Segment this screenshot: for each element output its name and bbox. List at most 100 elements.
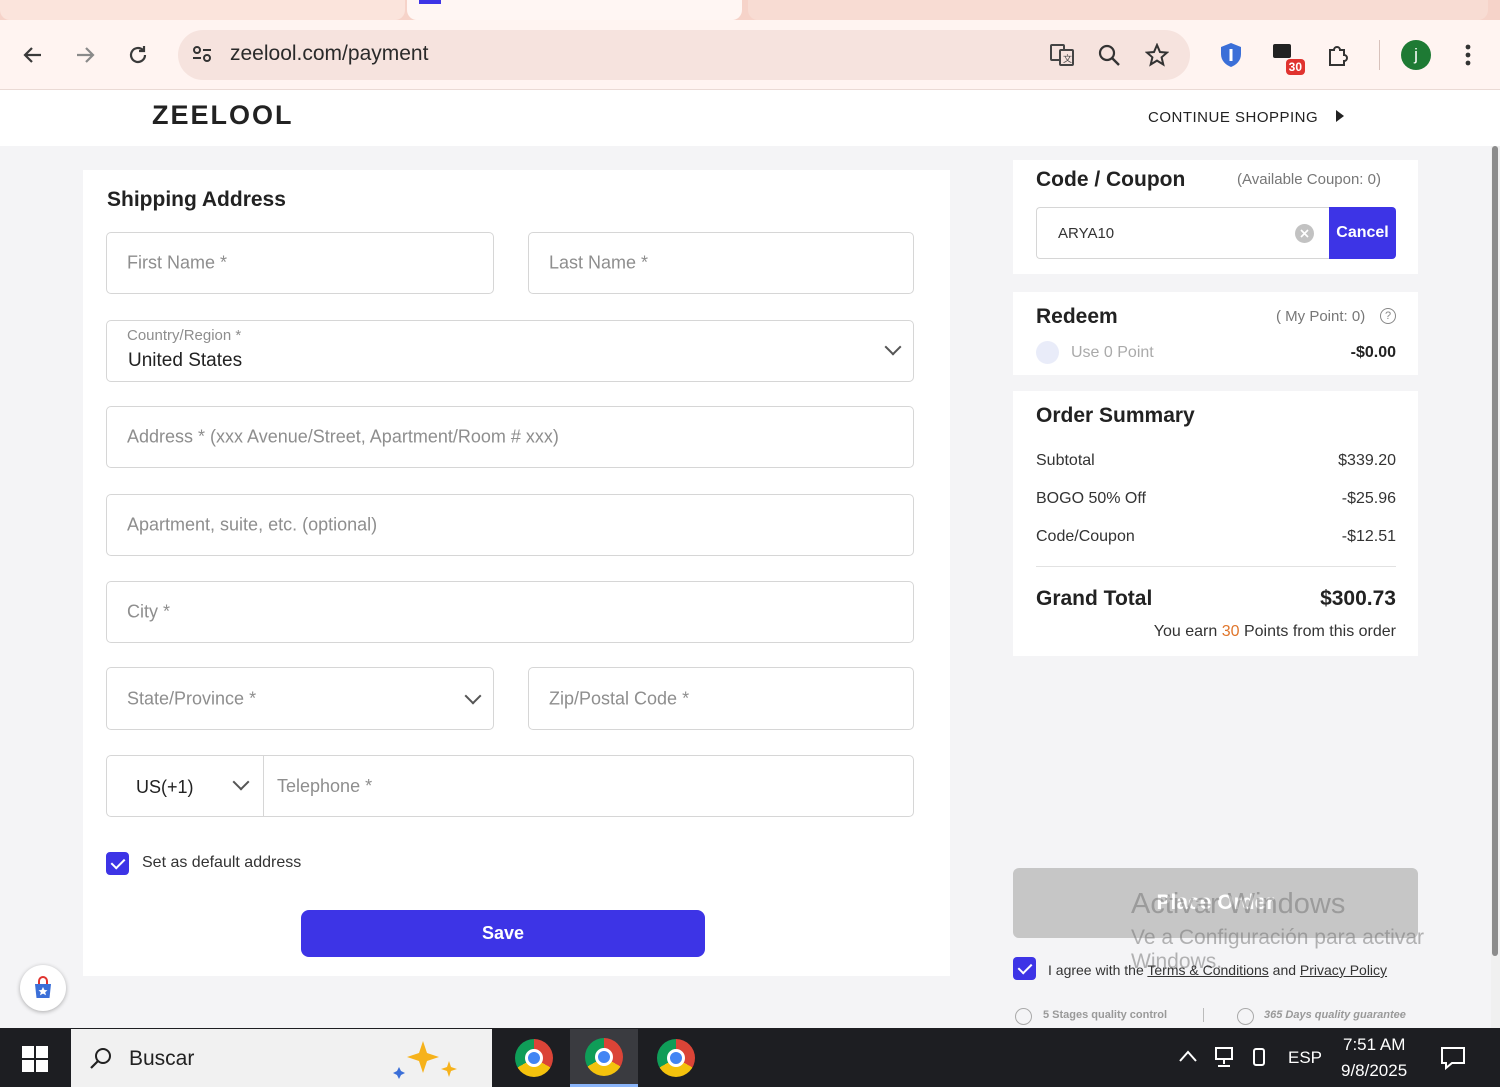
help-icon[interactable]: ? — [1380, 308, 1396, 324]
guarantee-icon — [1237, 1008, 1254, 1025]
earn-prefix: You earn — [1153, 623, 1218, 640]
telephone-input[interactable]: Telephone * — [264, 756, 913, 816]
apartment-field[interactable]: Apartment, suite, etc. (optional) — [106, 494, 914, 556]
order-summary-title: Order Summary — [1036, 404, 1195, 427]
summary-line-value: $339.20 — [1338, 452, 1396, 469]
summary-line-coupon: Code/Coupon -$12.51 — [1036, 528, 1396, 546]
reload-button[interactable] — [120, 37, 156, 73]
country-select[interactable]: Country/Region * United States — [106, 320, 914, 382]
save-button[interactable]: Save — [301, 910, 705, 957]
apartment-placeholder: Apartment, suite, etc. (optional) — [127, 514, 378, 535]
earn-suffix: Points from this order — [1243, 623, 1396, 640]
agree-terms-checkbox[interactable] — [1013, 957, 1036, 980]
profile-avatar[interactable]: j — [1401, 40, 1431, 70]
windows-logo-icon — [22, 1046, 48, 1072]
site-logo[interactable]: ZEELOOL — [152, 100, 294, 131]
address-field[interactable]: Address * (xxx Avenue/Street, Apartment/… — [106, 406, 914, 468]
page-scrollbar-thumb[interactable] — [1492, 146, 1498, 956]
browser-menu-icon[interactable] — [1450, 37, 1486, 73]
state-select[interactable]: State/Province * — [106, 667, 494, 730]
address-placeholder: Address * (xxx Avenue/Street, Apartment/… — [127, 426, 559, 447]
notification-icon[interactable] — [1440, 1046, 1466, 1070]
cancel-coupon-button[interactable]: Cancel — [1329, 207, 1396, 259]
back-button[interactable] — [15, 37, 51, 73]
extension-badge-icon[interactable]: 30 — [1267, 37, 1305, 75]
coupon-code-value: ARYA10 — [1058, 225, 1115, 242]
sparkle-icon — [393, 1041, 457, 1079]
forward-arrow-icon — [77, 47, 95, 63]
tab-strip — [0, 0, 1500, 20]
taskbar-chrome-guest[interactable] — [642, 1029, 710, 1087]
redeem-title: Redeem — [1036, 305, 1118, 328]
forward-button[interactable] — [67, 37, 103, 73]
floating-store-button[interactable] — [20, 965, 66, 1011]
badge-divider — [1203, 1008, 1204, 1022]
windows-start-button[interactable] — [22, 1046, 48, 1077]
zip-field[interactable]: Zip/Postal Code * — [528, 667, 914, 730]
clock-date[interactable]: 9/8/2025 — [1341, 1061, 1407, 1081]
translate-icon[interactable]: 文 — [1044, 37, 1080, 73]
zip-placeholder: Zip/Postal Code * — [549, 688, 690, 708]
tab-2-active[interactable] — [407, 0, 742, 20]
first-name-field[interactable]: First Name * — [106, 232, 494, 294]
summary-line-label: Subtotal — [1036, 452, 1095, 469]
use-point-label: Use 0 Point — [1071, 344, 1154, 361]
terms-and: and — [1272, 962, 1297, 978]
url-text: zeelool.com/payment — [230, 42, 429, 65]
summary-line-label: Code/Coupon — [1036, 528, 1135, 545]
points-earn-text: You earn 30 Points from this order — [1154, 623, 1396, 641]
default-address-checkbox[interactable] — [106, 852, 129, 875]
city-placeholder: City * — [127, 601, 171, 622]
extension-badge-count: 30 — [1285, 59, 1305, 75]
tab-3[interactable] — [748, 0, 1488, 20]
privacy-policy-link[interactable]: Privacy Policy — [1300, 962, 1387, 978]
site-settings-icon[interactable] — [190, 42, 214, 71]
language-indicator[interactable]: ESP — [1288, 1048, 1322, 1068]
taskbar-chrome-j[interactable] — [570, 1029, 638, 1087]
telephone-placeholder: Telephone * — [277, 776, 373, 796]
grand-total-value: $300.73 — [1320, 587, 1396, 610]
available-coupon-count: (Available Coupon: 0) — [1237, 171, 1381, 188]
terms-conditions-link[interactable]: Terms & Conditions — [1147, 962, 1268, 978]
chevron-up-icon[interactable] — [1178, 1049, 1198, 1063]
bookmark-star-icon[interactable] — [1139, 37, 1175, 73]
country-value: United States — [128, 350, 243, 371]
clear-icon[interactable] — [1295, 224, 1314, 243]
default-address-label: Set as default address — [142, 854, 302, 871]
continue-shopping-link[interactable]: CONTINUE SHOPPING — [1148, 109, 1344, 126]
clock-time[interactable]: 7:51 AM — [1343, 1035, 1405, 1055]
shield-extension-icon[interactable] — [1213, 37, 1249, 73]
redeem-amount: -$0.00 — [1350, 344, 1396, 361]
my-point-text: ( My Point: 0) — [1276, 308, 1366, 325]
caret-right-icon — [1336, 110, 1344, 122]
svg-text:文: 文 — [1063, 53, 1072, 65]
city-field[interactable]: City * — [106, 581, 914, 643]
country-label: Country/Region * — [127, 327, 242, 344]
grand-total-label: Grand Total — [1036, 587, 1153, 610]
tab-1[interactable] — [0, 0, 405, 20]
guarantee-text: 365 Days quality guarantee — [1264, 1009, 1406, 1021]
summary-line-subtotal: Subtotal $339.20 — [1036, 452, 1396, 470]
chrome-icon — [585, 1037, 623, 1076]
taskbar-chrome-m[interactable] — [500, 1029, 568, 1087]
extensions-puzzle-icon[interactable] — [1320, 37, 1356, 73]
last-name-field[interactable]: Last Name * — [528, 232, 914, 294]
coupon-title: Code / Coupon — [1036, 168, 1186, 191]
network-icon[interactable] — [1212, 1046, 1236, 1068]
coupon-code-input[interactable]: ARYA10 — [1036, 207, 1330, 259]
continue-shopping-label: CONTINUE SHOPPING — [1148, 109, 1319, 126]
phone-code-select[interactable]: US(+1) — [107, 756, 264, 816]
summary-line-bogo: BOGO 50% Off -$25.96 — [1036, 490, 1396, 508]
terms-prefix: I agree with the — [1048, 962, 1144, 978]
taskbar-search[interactable]: Buscar — [71, 1029, 492, 1087]
zoom-icon[interactable] — [1091, 37, 1127, 73]
battery-icon[interactable] — [1248, 1046, 1270, 1068]
telephone-group: US(+1) Telephone * — [106, 755, 914, 817]
chevron-down-icon — [232, 773, 250, 791]
use-point-radio[interactable] — [1036, 341, 1059, 364]
phone-code-value: US(+1) — [136, 777, 194, 797]
windows-activation-watermark: Activar Windows — [1131, 888, 1346, 920]
quality-control-text: 5 Stages quality control — [1043, 1009, 1168, 1021]
reload-icon — [129, 46, 147, 64]
search-label: Buscar — [129, 1047, 195, 1070]
